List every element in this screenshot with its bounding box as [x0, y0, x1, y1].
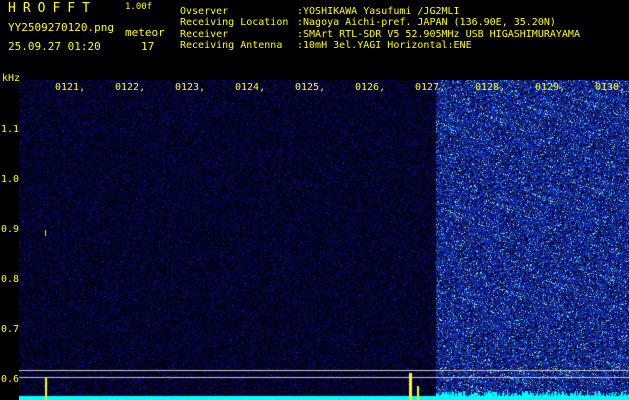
x-tick-label: 0127,: [415, 82, 446, 93]
y-tick-label: 0.9: [1, 224, 20, 235]
location-key: Receiving Location: [180, 17, 289, 28]
x-tick-label: 0121,: [55, 82, 86, 93]
y-tick-label: 1.1: [1, 124, 20, 135]
x-tick-label: 0125,: [295, 82, 326, 93]
x-tick-label: 0124,: [235, 82, 266, 93]
antenna-value: :10mH 3el.YAGI Horizontal:ENE: [297, 40, 472, 51]
y-tick-label: 0.7: [1, 324, 20, 335]
version-label: 1.00f: [125, 2, 153, 12]
y-tick-label: 0.8: [1, 274, 20, 285]
antenna-key: Receiving Antenna: [180, 40, 283, 51]
x-tick-label: 0130,: [595, 82, 626, 93]
receiver-value: :SMArt RTL-SDR V5 52.905MHz USB HIGASHIM…: [297, 29, 580, 40]
receiver-key: Receiver: [180, 29, 229, 40]
x-tick-label: 0129,: [535, 82, 566, 93]
app-logo: HROFFT: [8, 1, 97, 16]
y-tick-label: 0.6: [1, 374, 20, 385]
x-tick-label: 0123,: [175, 82, 206, 93]
datetime-label: 25.09.27 01:20: [8, 40, 101, 53]
x-tick-label: 0126,: [355, 82, 386, 93]
spectrogram: [19, 80, 629, 400]
meteor-count: 17: [141, 40, 155, 53]
observer-value: :YOSHIKAWA Yasufumi /JG2MLI: [297, 6, 460, 17]
x-tick-label: 0122,: [115, 82, 146, 93]
observer-key: Ovserver: [180, 6, 229, 17]
y-axis-unit: kHz: [2, 73, 21, 84]
filename-label: YY2509270120.png: [8, 21, 114, 34]
location-value: :Nagoya Aichi-pref. JAPAN (136.90E, 35.2…: [297, 17, 556, 28]
meteor-label: meteor: [125, 26, 165, 39]
y-tick-label: 1.0: [1, 174, 20, 185]
spectrogram-canvas: [19, 80, 629, 400]
x-tick-label: 0128,: [475, 82, 506, 93]
